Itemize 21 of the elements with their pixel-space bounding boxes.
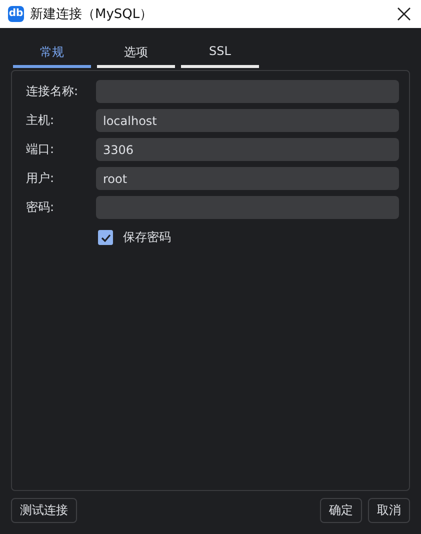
tab[interactable]: 选项 (97, 42, 175, 68)
input-field[interactable]: root (96, 167, 399, 190)
checkbox-label: 保存密码 (123, 229, 171, 246)
field-label: 连接名称: (26, 83, 80, 100)
field-label: 用户: (26, 170, 56, 187)
field-label: 主机: (26, 112, 56, 129)
tab[interactable]: 常规 (13, 42, 91, 68)
checkbox[interactable] (98, 230, 113, 245)
cancel-button[interactable]: 取消 (368, 498, 410, 523)
test-connection-button[interactable]: 测试连接 (11, 498, 77, 523)
tab[interactable]: SSL (181, 42, 259, 68)
input-field[interactable]: 3306 (96, 138, 399, 161)
field-label: 密码: (26, 199, 56, 216)
input-field[interactable] (96, 80, 399, 103)
input-field[interactable]: localhost (96, 109, 399, 132)
input-field[interactable] (96, 196, 399, 219)
ok-button[interactable]: 确定 (320, 498, 362, 523)
field-label: 端口: (26, 141, 56, 158)
app-icon: db (8, 6, 24, 22)
window-title: 新建连接（MySQL） (30, 6, 154, 23)
close-icon[interactable] (397, 7, 411, 21)
